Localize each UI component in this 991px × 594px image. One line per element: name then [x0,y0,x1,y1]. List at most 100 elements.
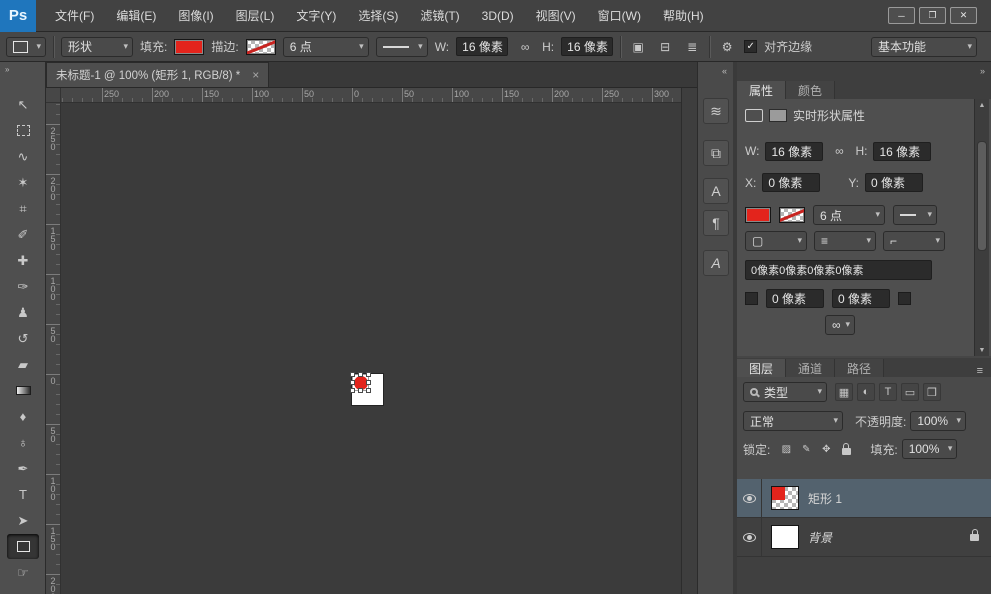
dock-collapse-icon[interactable]: « [722,66,727,76]
paragraph-panel-button[interactable]: ¶ [703,210,729,236]
selection-handle[interactable] [350,372,355,377]
layer-visibility-toggle[interactable] [737,518,762,556]
vertical-ruler[interactable]: 250 200 150 100 50 0 50 100 150 200 [46,103,61,594]
opacity-select[interactable]: 100% [910,411,966,431]
menu-select[interactable]: 选择(S) [347,0,409,32]
tab-properties[interactable]: 属性 [737,81,786,99]
dodge-tool[interactable]: ♁ [7,430,39,455]
prop-fill-swatch[interactable] [745,207,771,223]
canvas-scrollbar[interactable] [681,88,697,594]
filter-shape-layers-icon[interactable]: ▭ [901,383,919,401]
crop-tool[interactable]: ⌗ [7,196,39,221]
brush-tool[interactable]: ✑ [7,274,39,299]
brush-panel-button[interactable]: ≋ [703,98,729,124]
tool-mode-select[interactable]: 形状 [61,37,133,57]
filter-pixel-layers-icon[interactable]: ▦ [835,383,853,401]
corner-right-input[interactable]: 0 像素 [832,289,890,308]
link-corners-button[interactable]: ∞ [825,315,855,335]
tab-paths[interactable]: 路径 [835,359,884,377]
character-styles-panel-button[interactable]: A [703,250,729,276]
menu-window[interactable]: 窗口(W) [587,0,652,32]
spot-healing-brush-tool[interactable]: ✚ [7,248,39,273]
selection-handle[interactable] [350,380,355,385]
lock-transparency-icon[interactable]: ▨ [776,439,796,459]
selection-handle[interactable] [366,372,371,377]
selection-handle[interactable] [366,388,371,393]
rectangle-shape-tool[interactable] [7,534,39,559]
menu-filter[interactable]: 滤镜(T) [409,0,470,32]
shape-height-input[interactable]: 16 像素 [561,37,613,56]
close-document-icon[interactable]: × [252,68,259,82]
selection-handle[interactable] [358,372,363,377]
prop-stroke-swatch[interactable] [779,207,805,223]
prop-stroke-width-select[interactable]: 6 点 [813,205,885,225]
hand-tool[interactable]: ☞ [7,560,39,585]
properties-scrollbar[interactable]: ▲ ▼ [974,99,989,356]
stroke-color-swatch[interactable] [246,39,276,55]
minimize-button[interactable]: ─ [888,7,915,24]
lock-pixels-icon[interactable]: ✎ [796,439,816,459]
prop-y-input[interactable]: 0 像素 [865,173,923,192]
move-tool[interactable]: ↖ [7,92,39,117]
prop-x-input[interactable]: 0 像素 [762,173,820,192]
clone-source-panel-button[interactable]: ⧉ [703,140,729,166]
stroke-caps-select[interactable]: ≡ [814,231,876,251]
shape-width-input[interactable]: 16 像素 [456,37,508,56]
tool-preset-picker[interactable] [6,37,46,57]
selection-handle[interactable] [350,388,355,393]
prop-stroke-type-select[interactable] [893,205,937,225]
document-tab[interactable]: 未标题-1 @ 100% (矩形 1, RGB/8) * × [46,62,269,87]
lasso-tool[interactable]: ∿ [7,144,39,169]
clone-stamp-tool[interactable]: ♟ [7,300,39,325]
horizontal-ruler[interactable]: 250 200 150 100 50 0 50 100 150 200 250 … [61,88,681,103]
filter-adjustment-layers-icon[interactable]: ◐ [857,383,875,401]
menu-image[interactable]: 图像(I) [167,0,224,32]
ruler-corner[interactable] [46,88,61,103]
layer-name[interactable]: 矩形 1 [808,490,842,507]
toolbar-collapse-icon[interactable]: » [5,65,8,74]
blend-mode-select[interactable]: 正常 [743,411,843,431]
rectangular-marquee-tool[interactable] [7,118,39,143]
type-tool[interactable]: T [7,482,39,507]
prop-link-icon[interactable]: ∞ [829,141,849,161]
tab-channels[interactable]: 通道 [786,359,835,377]
link-dimensions-icon[interactable]: ∞ [515,37,535,57]
align-edges-checkbox[interactable]: ✓ [744,40,757,53]
character-panel-button[interactable]: A [703,178,729,204]
restore-button[interactable]: ❐ [919,7,946,24]
stroke-width-select[interactable]: 6 点 [283,37,369,57]
layer-row-background[interactable]: 背景 [737,518,991,557]
close-window-button[interactable]: ✕ [950,7,977,24]
layer-visibility-toggle[interactable] [737,479,762,517]
menu-help[interactable]: 帮助(H) [652,0,715,32]
history-brush-tool[interactable]: ↺ [7,326,39,351]
menu-3d[interactable]: 3D(D) [471,0,525,32]
eyedropper-tool[interactable]: ✐ [7,222,39,247]
prop-height-input[interactable]: 16 像素 [873,142,931,161]
eraser-tool[interactable]: ▰ [7,352,39,377]
corner-link-checkbox-right[interactable] [898,292,911,305]
pen-tool[interactable]: ✒ [7,456,39,481]
filter-smart-objects-icon[interactable]: ❒ [923,383,941,401]
layers-panel-menu-icon[interactable]: ≡ [977,365,983,377]
corner-link-checkbox-left[interactable] [745,292,758,305]
workspace-switcher[interactable]: 基本功能 [871,37,977,57]
scroll-up-icon[interactable]: ▲ [975,99,989,111]
scroll-down-icon[interactable]: ▼ [975,344,989,356]
menu-edit[interactable]: 编辑(E) [105,0,167,32]
corner-left-input[interactable]: 0 像素 [766,289,824,308]
canvas-pasteboard[interactable] [61,103,681,594]
layer-filter-select[interactable]: 类型 [743,382,827,402]
selection-handle[interactable] [358,388,363,393]
lock-position-icon[interactable]: ✥ [816,439,836,459]
path-selection-tool[interactable]: ➤ [7,508,39,533]
menu-file[interactable]: 文件(F) [44,0,105,32]
menu-layer[interactable]: 图层(L) [225,0,286,32]
stroke-align-select[interactable]: ▢ [745,231,807,251]
scrollbar-thumb[interactable] [977,141,987,251]
quick-selection-tool[interactable]: ✶ [7,170,39,195]
layer-thumbnail[interactable] [771,486,799,510]
layer-thumbnail[interactable] [771,525,799,549]
menu-view[interactable]: 视图(V) [525,0,587,32]
fill-color-swatch[interactable] [174,39,204,55]
